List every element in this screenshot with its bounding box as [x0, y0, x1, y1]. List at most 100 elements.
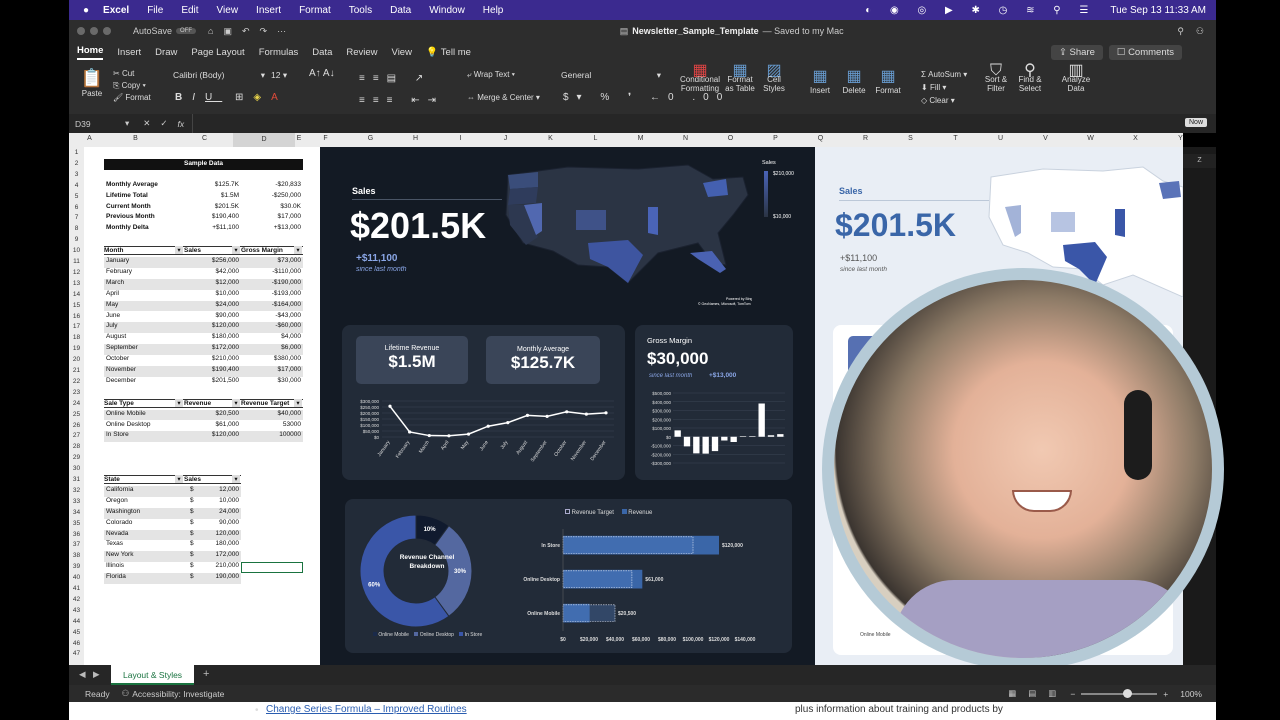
row-header-26[interactable]: 26: [69, 422, 84, 429]
share-button[interactable]: ⇪ Share: [1050, 44, 1103, 60]
row-header-12[interactable]: 12: [69, 269, 84, 276]
formula-input[interactable]: [192, 114, 1216, 133]
filter-dropdown-icon[interactable]: ▾: [232, 398, 240, 407]
home-icon[interactable]: ⌂: [208, 26, 213, 36]
row-header-19[interactable]: 19: [69, 345, 84, 352]
row-header-1[interactable]: 1: [69, 149, 84, 156]
row-header-27[interactable]: 27: [69, 432, 84, 439]
row-header-35[interactable]: 35: [69, 520, 84, 527]
save-icon[interactable]: ▣: [223, 26, 232, 37]
chevron-down-icon[interactable]: ▾: [125, 118, 129, 129]
row-header-4[interactable]: 4: [69, 182, 84, 189]
font-size-select[interactable]: 12 ▾: [271, 70, 301, 81]
menu-insert[interactable]: Insert: [256, 5, 281, 16]
currency-icons[interactable]: $▾ % ❜ ←0 .00: [563, 92, 730, 103]
page-break-view-icon[interactable]: ▥: [1048, 688, 1056, 699]
menu-view[interactable]: View: [217, 5, 239, 16]
menu-file[interactable]: File: [147, 5, 163, 16]
menu-app[interactable]: Excel: [103, 5, 129, 16]
row-header-10[interactable]: 10: [69, 247, 84, 254]
add-sheet-button[interactable]: +: [203, 668, 209, 680]
zoom-slider[interactable]: [1081, 688, 1158, 698]
webpage-link[interactable]: Change Series Formula – Improved Routine…: [266, 704, 467, 715]
sort-filter-button[interactable]: ⛉ Sort & Filter: [981, 63, 1011, 94]
insert-function-icon[interactable]: fx: [178, 119, 185, 129]
accessibility-status[interactable]: Accessibility: Investigate: [132, 689, 224, 699]
column-header-B[interactable]: B: [95, 135, 176, 142]
apple-icon[interactable]: ●: [83, 5, 89, 16]
minimize-window-dot[interactable]: [90, 27, 98, 35]
tab-insert[interactable]: Insert: [117, 47, 141, 58]
filter-dropdown-icon[interactable]: ▾: [175, 398, 183, 407]
row-header-41[interactable]: 41: [69, 585, 84, 592]
row-header-20[interactable]: 20: [69, 356, 84, 363]
tab-formulas[interactable]: Formulas: [259, 47, 299, 58]
autosum-button[interactable]: Σ AutoSum ▾: [921, 68, 967, 81]
grow-font-icon[interactable]: A↑ A↓: [309, 68, 335, 79]
row-header-21[interactable]: 21: [69, 367, 84, 374]
column-header-G[interactable]: G: [348, 135, 393, 142]
row-header-14[interactable]: 14: [69, 291, 84, 298]
normal-view-icon[interactable]: ▦: [1008, 688, 1016, 699]
filter-dropdown-icon[interactable]: ▾: [175, 246, 183, 255]
name-box[interactable]: D39: [75, 119, 125, 129]
column-header-Q[interactable]: Q: [798, 135, 843, 142]
underline-button[interactable]: U: [205, 92, 222, 103]
close-window-dot[interactable]: [77, 27, 85, 35]
row-header-5[interactable]: 5: [69, 193, 84, 200]
row-header-24[interactable]: 24: [69, 400, 84, 407]
tab-home[interactable]: Home: [77, 45, 104, 60]
column-header-D[interactable]: D: [233, 133, 295, 147]
row-header-42[interactable]: 42: [69, 596, 84, 603]
sheet-tab-layout[interactable]: Layout & Styles: [111, 665, 195, 685]
row-header-43[interactable]: 43: [69, 607, 84, 614]
redo-icon[interactable]: ↷: [260, 26, 268, 37]
row-header-45[interactable]: 45: [69, 629, 84, 636]
clear-button[interactable]: ◇ Clear ▾: [921, 94, 967, 107]
align-icons[interactable]: ≡≡▤ ↗ ≡≡≡ ⇤⇥: [359, 68, 444, 112]
column-header-N[interactable]: N: [663, 135, 708, 142]
column-header-A[interactable]: A: [84, 135, 95, 142]
font-select[interactable]: Calibri (Body) ▾: [173, 70, 265, 81]
enter-icon[interactable]: ✓: [160, 118, 167, 129]
cell-styles-button[interactable]: ▨ Cell Styles: [759, 63, 789, 94]
tell-me[interactable]: Tell me: [441, 47, 471, 58]
insert-cells-button[interactable]: ▦ Insert: [805, 66, 835, 95]
column-header-T[interactable]: T: [933, 135, 978, 142]
row-header-15[interactable]: 15: [69, 302, 84, 309]
font-color-icon[interactable]: A: [271, 92, 288, 103]
row-header-33[interactable]: 33: [69, 498, 84, 505]
filter-dropdown-icon[interactable]: ▾: [294, 398, 302, 407]
column-header-Y[interactable]: Y: [1158, 135, 1203, 142]
paste-button[interactable]: 📋 Paste: [79, 68, 105, 98]
bold-button[interactable]: B: [175, 92, 192, 103]
column-header-X[interactable]: X: [1113, 135, 1158, 142]
copy-button[interactable]: ⎘ Copy ▾: [113, 80, 151, 92]
analyze-data-button[interactable]: ▥ Analyze Data: [1059, 63, 1093, 94]
tab-data[interactable]: Data: [312, 47, 332, 58]
row-header-11[interactable]: 11: [69, 258, 84, 265]
row-header-32[interactable]: 32: [69, 487, 84, 494]
next-sheet-icon[interactable]: ▶: [93, 669, 100, 680]
row-header-8[interactable]: 8: [69, 225, 84, 232]
fill-button[interactable]: ⬇ Fill ▾: [921, 81, 967, 94]
row-header-9[interactable]: 9: [69, 236, 84, 243]
menu-tools[interactable]: Tools: [349, 5, 372, 16]
column-header-K[interactable]: K: [528, 135, 573, 142]
prev-sheet-icon[interactable]: ◀: [79, 669, 86, 680]
zoom-window-dot[interactable]: [103, 27, 111, 35]
row-header-46[interactable]: 46: [69, 640, 84, 647]
column-header-O[interactable]: O: [708, 135, 753, 142]
row-header-18[interactable]: 18: [69, 334, 84, 341]
column-header-P[interactable]: P: [753, 135, 798, 142]
italic-button[interactable]: I: [192, 92, 205, 103]
delete-cells-button[interactable]: ▦ Delete: [839, 66, 869, 95]
filter-dropdown-icon[interactable]: ▾: [232, 475, 240, 483]
row-header-7[interactable]: 7: [69, 214, 84, 221]
merge-center-button[interactable]: ⇔ Merge & Center ▾: [467, 93, 540, 102]
menu-data[interactable]: Data: [390, 5, 411, 16]
zoom-out-button[interactable]: −: [1070, 689, 1075, 699]
cut-button[interactable]: ✂ Cut: [113, 68, 151, 80]
row-header-22[interactable]: 22: [69, 378, 84, 385]
row-header-17[interactable]: 17: [69, 323, 84, 330]
